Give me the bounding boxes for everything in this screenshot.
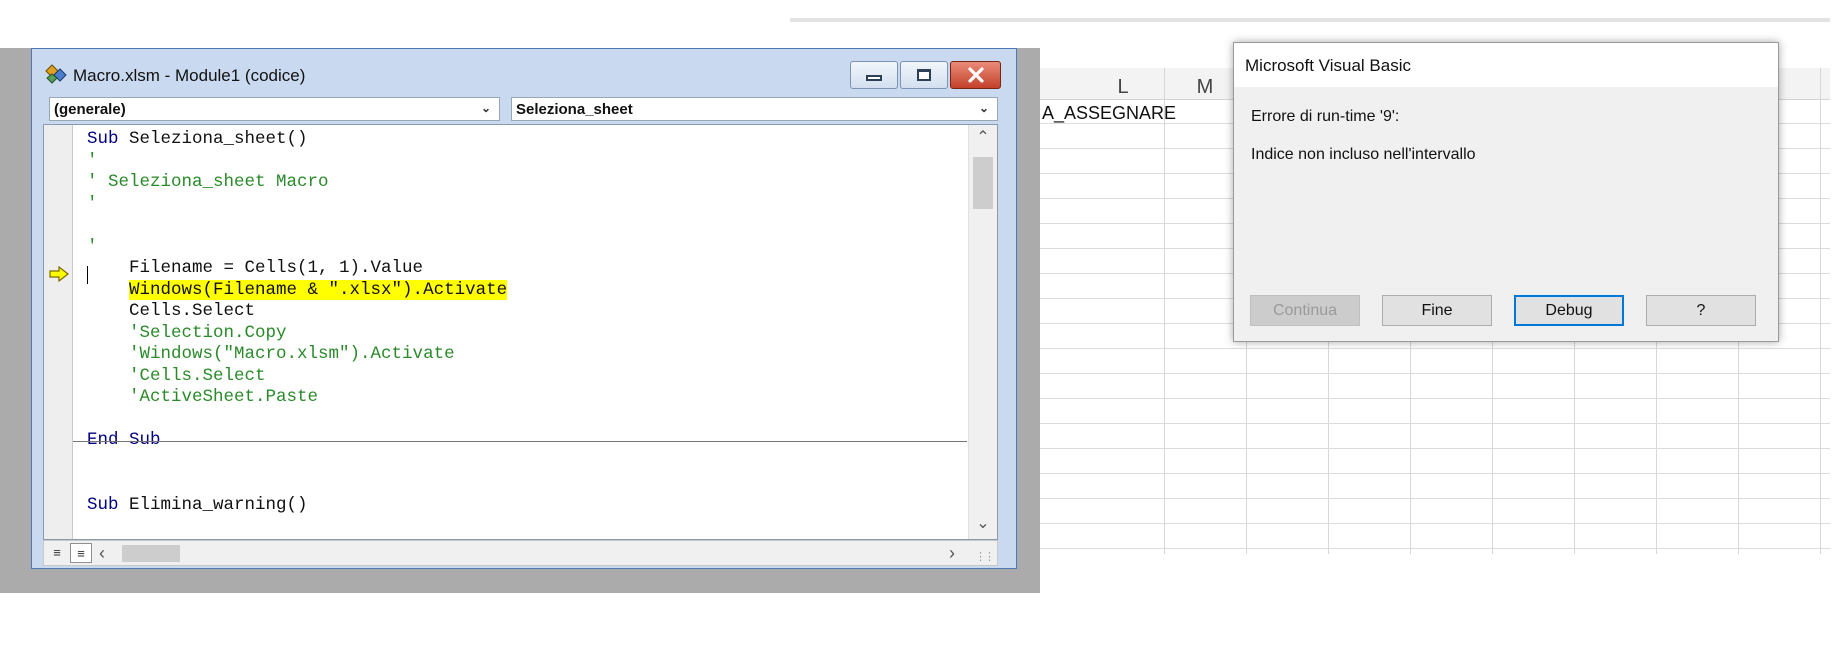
vertical-scrollbar[interactable]: ⌃ ⌄	[968, 125, 997, 539]
code-text-span	[87, 387, 129, 407]
code-line[interactable]: Filename = Cells(1, 1).Value	[87, 258, 507, 280]
dialog-titlebar[interactable]: Microsoft Visual Basic	[1234, 43, 1778, 87]
horizontal-scroll-thumb[interactable]	[122, 545, 180, 562]
error-message: Indice non incluso nell'intervallo	[1251, 146, 1476, 163]
code-text[interactable]: Sub Seleziona_sheet() ' ' Seleziona_sheet …	[87, 129, 508, 517]
code-text-span	[87, 323, 129, 343]
grid-line	[1040, 473, 1830, 474]
grid-line	[1040, 448, 1830, 449]
code-line[interactable]: Sub Seleziona_sheet()	[87, 129, 507, 151]
code-text-span: Seleziona_sheet()	[118, 129, 308, 149]
code-line[interactable]: ' Seleziona_sheet Macro	[87, 172, 507, 194]
code-text-span	[87, 366, 129, 386]
code-line[interactable]: '	[87, 151, 507, 173]
yellow-arrow-icon	[49, 266, 69, 282]
scroll-down-icon[interactable]: ⌄	[969, 513, 997, 535]
close-icon	[967, 67, 984, 83]
end-button[interactable]: Fine	[1382, 295, 1492, 326]
code-line[interactable]: '	[87, 237, 507, 259]
grid-line	[1040, 423, 1830, 424]
grid-line	[1820, 68, 1821, 554]
comment-text: 'Selection.Copy	[129, 322, 287, 343]
window-title: Macro.xlsm - Module1 (codice)	[73, 66, 306, 85]
object-dropdown-value: (generale)	[54, 101, 126, 118]
margin-indicator-bar[interactable]	[44, 125, 73, 539]
runtime-error-dialog[interactable]: Microsoft Visual Basic Errore di run-tim…	[1233, 42, 1779, 342]
scroll-up-icon[interactable]: ⌃	[969, 127, 997, 149]
column-header-l[interactable]: L	[1082, 68, 1164, 99]
minimize-icon	[866, 75, 882, 81]
comment-text: '	[87, 236, 98, 257]
code-line[interactable]: 'Windows("Macro.xlsm").Activate	[87, 344, 507, 366]
grid-line	[1040, 398, 1830, 399]
code-line[interactable]: Windows(Filename & ".xlsx").Activate	[87, 279, 508, 302]
object-dropdown[interactable]: (generale) ⌄	[49, 97, 500, 121]
scroll-right-icon[interactable]: ›	[949, 543, 955, 564]
code-line[interactable]	[87, 452, 507, 474]
grid-line	[1040, 498, 1830, 499]
code-text-span	[87, 344, 129, 364]
code-line[interactable]	[87, 473, 507, 495]
procedure-dropdown-value: Seleziona_sheet	[516, 101, 633, 118]
code-window-titlebar[interactable]: Macro.xlsm - Module1 (codice)	[32, 49, 1016, 97]
procedure-view-icon[interactable]: ≡	[46, 543, 68, 563]
comment-text: 'Cells.Select	[129, 365, 266, 386]
maximize-icon	[917, 69, 931, 81]
grid-line	[1040, 548, 1830, 549]
code-line[interactable]: Cells.Select	[87, 301, 507, 323]
keyword-text: Sub	[87, 129, 119, 149]
code-line[interactable]: 'Selection.Copy	[87, 323, 507, 345]
code-line[interactable]: '	[87, 194, 507, 216]
cell-value[interactable]: A_ASSEGNARE	[1042, 103, 1176, 124]
code-editor[interactable]: Sub Seleziona_sheet() ' ' Seleziona_sheet …	[43, 124, 998, 540]
code-line[interactable]: 'Cells.Select	[87, 366, 507, 388]
code-text-span	[87, 280, 129, 300]
help-button[interactable]: ?	[1646, 295, 1756, 326]
keyword-text: End Sub	[87, 430, 161, 450]
grid-line	[1040, 523, 1830, 524]
close-button[interactable]	[950, 61, 1001, 89]
comment-text: 'Windows("Macro.xlsm").Activate	[129, 344, 455, 364]
scroll-left-icon[interactable]: ‹	[99, 543, 105, 564]
horizontal-scrollbar[interactable]: ≡ ≡ ‹ › ⋮⋮	[43, 540, 998, 566]
grid-line	[1040, 373, 1830, 374]
code-line[interactable]: Sub Elimina_warning()	[87, 495, 507, 517]
dialog-title: Microsoft Visual Basic	[1245, 56, 1411, 75]
debug-button[interactable]: Debug	[1514, 295, 1624, 326]
procedure-separator	[73, 441, 967, 442]
code-line[interactable]	[87, 215, 507, 237]
highlighted-statement: Windows(Filename & ".xlsx").Activate	[129, 279, 508, 300]
continue-button: Continua	[1250, 295, 1360, 326]
code-text-span: Elimina_warning()	[118, 494, 308, 515]
chevron-down-icon: ⌄	[978, 101, 989, 115]
code-text-span: Cells.Select	[87, 301, 256, 321]
keyword-text: Sub	[87, 494, 119, 515]
comment-text: ' Seleziona_sheet Macro	[87, 172, 329, 192]
full-module-view-icon[interactable]: ≡	[70, 543, 92, 563]
comment-text: 'ActiveSheet.Paste	[129, 387, 319, 407]
chevron-down-icon: ⌄	[480, 101, 491, 115]
comment-text: '	[87, 150, 98, 171]
grid-line	[1164, 68, 1165, 554]
resize-grip-icon[interactable]: ⋮⋮	[975, 550, 995, 563]
procedure-dropdown[interactable]: Seleziona_sheet ⌄	[511, 97, 998, 121]
error-title: Errore di run-time '9':	[1251, 108, 1400, 125]
vertical-scroll-thumb[interactable]	[973, 157, 993, 209]
code-window[interactable]: Macro.xlsm - Module1 (codice) (generale)…	[31, 48, 1017, 569]
code-line[interactable]: 'ActiveSheet.Paste	[87, 387, 507, 409]
code-line[interactable]	[87, 409, 507, 431]
vbe-module-icon	[45, 64, 67, 84]
maximize-button[interactable]	[900, 61, 948, 89]
minimize-button[interactable]	[850, 61, 898, 89]
grid-line	[1040, 348, 1830, 349]
comment-text: '	[87, 193, 98, 214]
code-text-span: Filename = Cells(1, 1).Value	[87, 258, 424, 278]
divider-line	[790, 18, 1830, 22]
